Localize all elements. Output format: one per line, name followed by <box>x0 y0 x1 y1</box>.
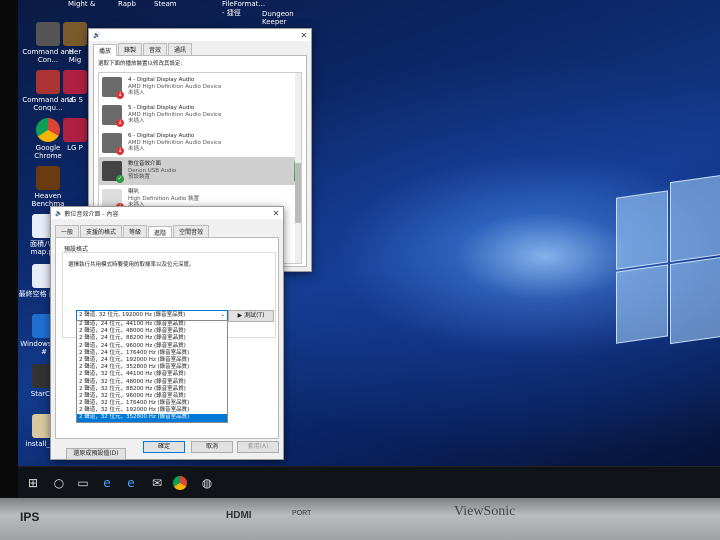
desktop-shortcut[interactable]: LG P <box>62 118 88 152</box>
unplugged-icon: ↓ <box>116 91 124 99</box>
heroes-icon <box>63 22 87 46</box>
viewsonic-logo: ViewSonic <box>454 504 516 519</box>
format-option[interactable]: 2 聲道，32 位元，48000 Hz (錄音室品質) <box>77 379 227 386</box>
format-option[interactable]: 2 聲道，24 位元，88200 Hz (錄音室品質) <box>77 335 227 342</box>
properties-title: 數位音效介面 - 內容 <box>64 210 119 218</box>
close-icon[interactable]: ✕ <box>297 31 311 40</box>
desktop-shortcut[interactable]: LG S <box>62 70 88 104</box>
speaker-device-icon: ↓ <box>102 77 124 99</box>
command-conquer-3-icon <box>36 70 60 94</box>
tab-spatial-sound[interactable]: 空間音效 <box>173 225 210 237</box>
properties-titlebar[interactable]: 🔈 數位音效介面 - 內容 ✕ <box>51 207 283 219</box>
command-conquer-icon <box>36 22 60 46</box>
tab-playback[interactable]: 播放 <box>93 44 118 56</box>
monitor-bezel: IPS HDMI PORT ViewSonic <box>0 498 720 540</box>
desktop-label[interactable]: FileFormat... - 捷徑 <box>222 0 265 18</box>
mouse-cursor: ⇖ <box>170 394 179 405</box>
tab-sounds[interactable]: 音效 <box>143 43 168 55</box>
port-badge: PORT <box>292 510 312 517</box>
format-option[interactable]: 2 聲道，24 位元，96000 Hz (錄音室品質) <box>77 343 227 350</box>
device-item[interactable]: ↓ 4 - Digital Display Audio AMD High Defi… <box>99 73 301 101</box>
desktop-label[interactable]: Steam <box>154 0 177 8</box>
instruction-text: 選取下面的播放裝置以修改其設定: <box>98 61 183 67</box>
speaker-icon: 🔈 <box>55 209 63 217</box>
start-windows-icon[interactable]: ⊞ <box>24 474 42 492</box>
close-icon[interactable]: ✕ <box>269 209 283 218</box>
sound-dialog-titlebar[interactable]: 🔊 ✕ <box>89 29 311 41</box>
speaker-device-icon: ↓ <box>102 133 124 155</box>
lg-icon <box>63 70 87 94</box>
edge-icon[interactable]: e <box>98 474 116 492</box>
app-taskbar-icon[interactable]: ◍ <box>198 474 216 492</box>
device-item[interactable]: ↓ 6 - Digital Display Audio AMD High Defi… <box>99 129 301 157</box>
format-option[interactable]: 2 聲道，32 位元，88200 Hz (錄音室品質) <box>77 386 227 393</box>
description-text: 選擇執行共用模式時要使用的取樣率以及位元深度。 <box>68 262 195 268</box>
chrome-taskbar-icon[interactable] <box>173 476 187 490</box>
search-icon[interactable]: ○ <box>50 474 68 492</box>
tab-general[interactable]: 一般 <box>55 225 80 237</box>
taskbar: ⊞ ○ ▭ e e ✉ ◍ <box>18 466 720 499</box>
default-check-icon: ✓ <box>116 175 124 183</box>
test-button[interactable]: ▶ 測試(T) <box>228 310 274 322</box>
task-view-icon[interactable]: ▭ <box>74 474 92 492</box>
device-item-selected[interactable]: ✓ 數位音效介面 Denon USB Audio 預設裝置 <box>99 157 301 185</box>
hdmi-badge: HDMI <box>226 510 252 521</box>
format-option[interactable]: 2 聲道，32 位元，44100 Hz (錄音室品質) <box>77 371 227 378</box>
format-option[interactable]: 2 聲道，32 位元，352800 Hz (錄音室品質) <box>77 414 227 422</box>
format-option[interactable]: 2 聲道，24 位元，176400 Hz (錄音室品質) <box>77 350 227 357</box>
windows-logo-wallpaper <box>616 173 720 347</box>
format-dropdown-list[interactable]: 2 聲道，24 位元，44100 Hz (錄音室品質) 2 聲道，24 位元，48… <box>76 320 228 423</box>
ips-badge: IPS <box>20 510 40 524</box>
cancel-button[interactable]: 取消 <box>191 441 233 453</box>
format-option[interactable]: 2 聲道，32 位元，96000 Hz (錄音室品質) <box>77 393 227 400</box>
ok-button[interactable]: 確定 <box>143 441 185 453</box>
unplugged-icon: ↓ <box>116 147 124 155</box>
heaven-benchmark-icon <box>36 166 60 190</box>
desktop-shortcut[interactable]: Heaven Benchma <box>22 166 74 208</box>
speaker-device-icon: ↓ <box>102 105 124 127</box>
speaker-icon: 🔊 <box>93 31 101 39</box>
tab-supported-formats[interactable]: 支援的格式 <box>80 225 123 237</box>
scrollbar-thumb[interactable] <box>295 163 301 223</box>
chevron-down-icon: ⌄ <box>220 312 225 318</box>
desktop-shortcut[interactable]: Her Mig <box>62 22 88 64</box>
unplugged-icon: ↓ <box>116 119 124 127</box>
speaker-device-icon: ✓ <box>102 161 124 183</box>
desktop-label[interactable]: Dungeon Keeper <box>262 10 294 26</box>
device-item[interactable]: ↓ 5 - Digital Display Audio AMD High Defi… <box>99 101 301 129</box>
ie-icon[interactable]: e <box>122 474 140 492</box>
desktop-label[interactable]: Rapb <box>118 0 136 8</box>
tab-levels[interactable]: 等級 <box>123 225 148 237</box>
apply-button[interactable]: 套用(A) <box>237 441 279 453</box>
tab-recording[interactable]: 錄製 <box>118 43 143 55</box>
mail-icon[interactable]: ✉ <box>148 474 166 492</box>
properties-dialog: 🔈 數位音效介面 - 內容 ✕ 一般 支援的格式 等級 進階 空間音效 預設格式 … <box>50 206 284 460</box>
tab-communications[interactable]: 通訊 <box>168 43 193 55</box>
chrome-icon <box>36 118 60 142</box>
lg-icon <box>63 118 87 142</box>
scrollbar[interactable] <box>295 73 301 263</box>
desktop-label[interactable]: Might & <box>68 0 95 8</box>
restore-defaults-button[interactable]: 還原成預設值(D) <box>66 448 126 460</box>
